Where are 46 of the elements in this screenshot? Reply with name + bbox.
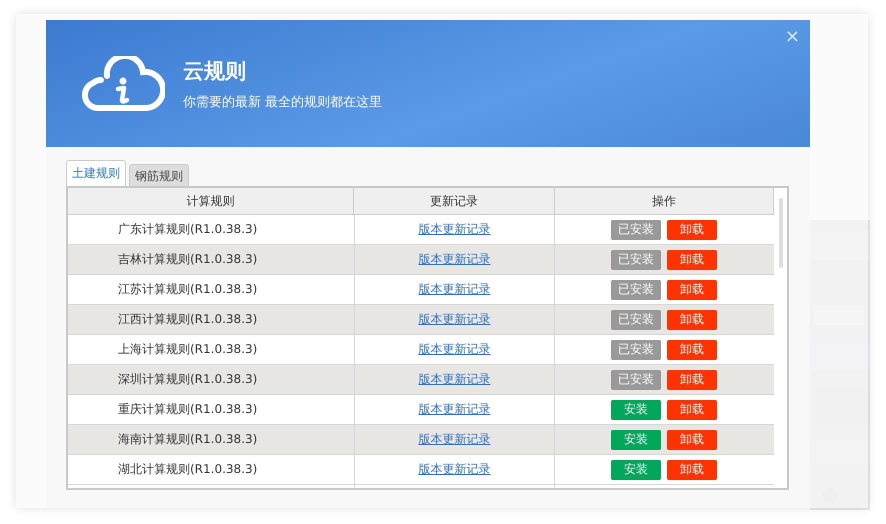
- tab[interactable]: 土建规则: [66, 160, 126, 186]
- uninstall-button[interactable]: 卸载: [667, 340, 717, 360]
- update-log-link[interactable]: 版本更新记录: [418, 371, 490, 388]
- table-cell-text: 上海计算规则(R1.0.38.3): [117, 341, 258, 358]
- installed-button[interactable]: 已安装: [611, 370, 661, 390]
- table-cell-text: 广东计算规则(R1.0.38.3): [117, 221, 258, 238]
- uninstall-button[interactable]: 卸载: [667, 460, 717, 480]
- uninstall-button[interactable]: 卸载: [667, 400, 717, 420]
- update-log-link[interactable]: 版本更新记录: [418, 431, 490, 448]
- install-button[interactable]: 安装: [611, 460, 661, 480]
- installed-button[interactable]: 已安装: [611, 310, 661, 330]
- column-header: 计算规则: [68, 188, 354, 214]
- table-cell-text: 江苏计算规则(R1.0.38.3): [117, 281, 258, 298]
- update-log-link[interactable]: 版本更新记录: [418, 341, 490, 358]
- uninstall-button[interactable]: 卸载: [667, 220, 717, 240]
- installed-button[interactable]: 已安装: [611, 280, 661, 300]
- update-log-link[interactable]: 版本更新记录: [418, 281, 490, 298]
- uninstall-button[interactable]: 卸载: [667, 280, 717, 300]
- close-button[interactable]: ×: [782, 26, 802, 47]
- installed-button[interactable]: 已安装: [611, 250, 661, 270]
- scrollbar-thumb[interactable]: [779, 198, 783, 268]
- update-log-link[interactable]: 版本更新记录: [418, 461, 490, 478]
- cloud-info-icon: [79, 56, 165, 112]
- table-cell-text: 深圳计算规则(R1.0.38.3): [117, 371, 258, 388]
- tab[interactable]: 钢筋规则: [129, 164, 189, 186]
- update-log-link[interactable]: 版本更新记录: [418, 401, 490, 418]
- table-cell-text: 湖北计算规则(R1.0.38.3): [117, 461, 258, 478]
- table-cell-text: 江西计算规则(R1.0.38.3): [117, 311, 258, 328]
- update-log-link[interactable]: 版本更新记录: [418, 251, 490, 268]
- column-header: 操作: [555, 188, 774, 214]
- table-cell-text: 海南计算规则(R1.0.38.3): [117, 431, 258, 448]
- install-button[interactable]: 安装: [611, 430, 661, 450]
- table-cell-text: 重庆计算规则(R1.0.38.3): [117, 401, 258, 418]
- installed-button[interactable]: 已安装: [611, 220, 661, 240]
- update-log-link[interactable]: 版本更新记录: [418, 221, 490, 238]
- uninstall-button[interactable]: 卸载: [667, 250, 717, 270]
- update-log-link[interactable]: 版本更新记录: [418, 311, 490, 328]
- column-header: 更新记录: [354, 188, 555, 214]
- install-button[interactable]: 安装: [611, 400, 661, 420]
- uninstall-button[interactable]: 卸载: [667, 430, 717, 450]
- dialog-title: 云规则: [183, 58, 247, 84]
- uninstall-button[interactable]: 卸载: [667, 310, 717, 330]
- installed-button[interactable]: 已安装: [611, 340, 661, 360]
- dialog-subtitle: 你需要的最新 最全的规则都在这里: [183, 94, 382, 110]
- table-cell-text: 吉林计算规则(R1.0.38.3): [117, 251, 258, 268]
- uninstall-button[interactable]: 卸载: [667, 370, 717, 390]
